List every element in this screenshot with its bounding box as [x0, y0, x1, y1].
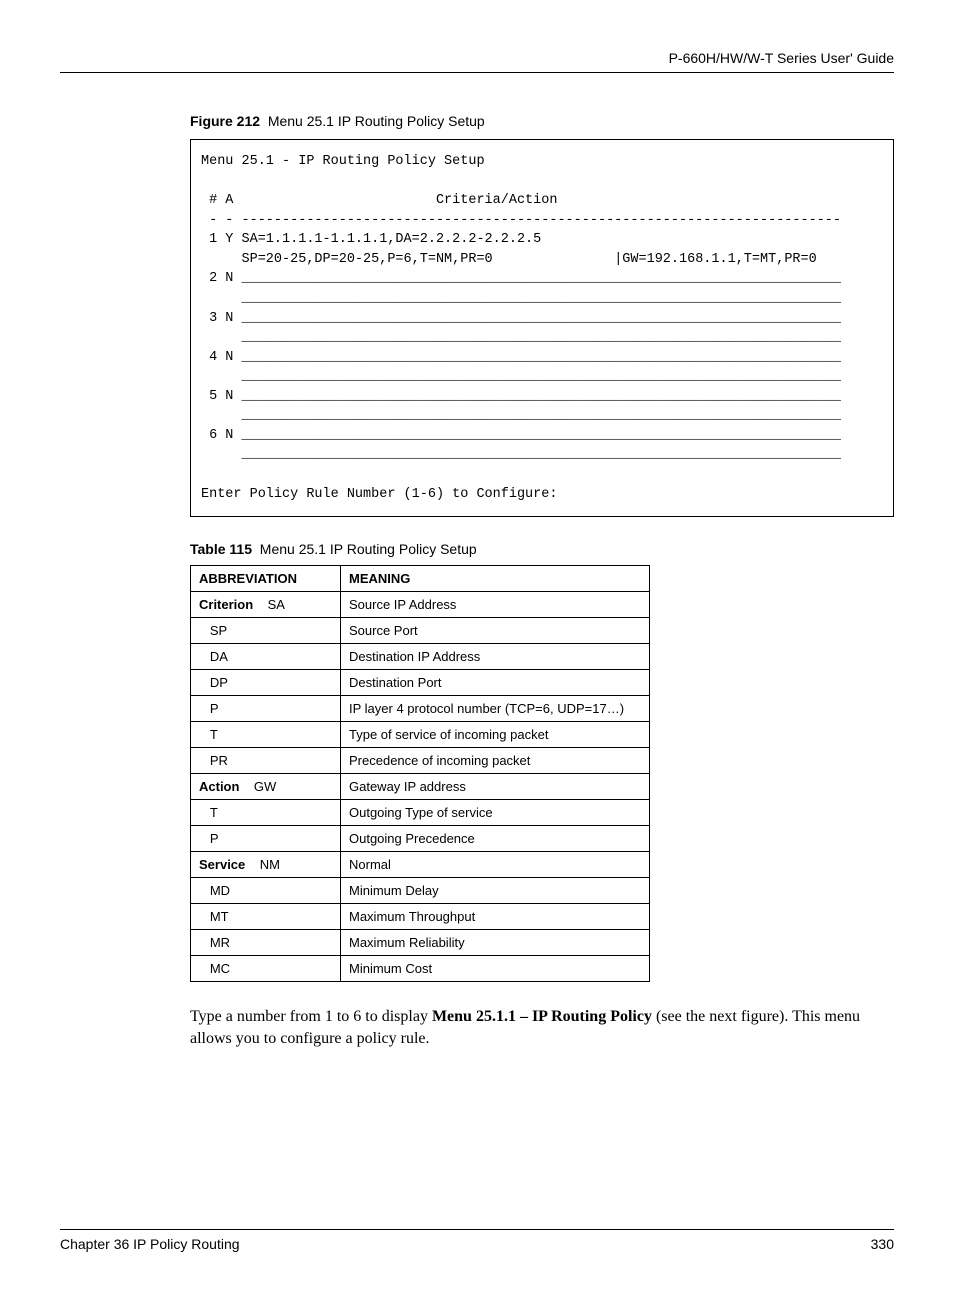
abbr-cell: T: [191, 722, 341, 748]
code-box: Menu 25.1 - IP Routing Policy Setup # A …: [190, 139, 894, 517]
meaning-cell: Destination IP Address: [341, 644, 650, 670]
code-row1a: 1 Y SA=1.1.1.1-1.1.1.1,DA=2.2.2.2-2.2.2.…: [201, 232, 541, 247]
abbr-cell: MT: [191, 904, 341, 930]
body-text-bold: Menu 25.1.1 – IP Routing Policy: [432, 1008, 652, 1025]
page-footer: Chapter 36 IP Policy Routing 330: [60, 1229, 894, 1252]
abbr-cell: MR: [191, 930, 341, 956]
code-underline-2b: ________________________________________…: [201, 291, 841, 306]
code-underline-4b: ________________________________________…: [201, 369, 841, 384]
meaning-cell: Source IP Address: [341, 592, 650, 618]
meaning-cell: Type of service of incoming packet: [341, 722, 650, 748]
footer-chapter: Chapter 36 IP Policy Routing: [60, 1236, 240, 1252]
code-title: Menu 25.1 - IP Routing Policy Setup: [201, 154, 485, 169]
meaning-cell: IP layer 4 protocol number (TCP=6, UDP=1…: [341, 696, 650, 722]
meaning-cell: Minimum Cost: [341, 956, 650, 982]
header-guide-title: P-660H/HW/W-T Series User' Guide: [60, 50, 894, 73]
meaning-cell: Normal: [341, 852, 650, 878]
meaning-cell: Precedence of incoming packet: [341, 748, 650, 774]
meaning-cell: Gateway IP address: [341, 774, 650, 800]
body-paragraph: Type a number from 1 to 6 to display Men…: [190, 1006, 894, 1049]
abbr-cell: Criterion SA: [191, 592, 341, 618]
table-row: MTMaximum Throughput: [191, 904, 650, 930]
meaning-cell: Outgoing Type of service: [341, 800, 650, 826]
code-row1b-left: SP=20-25,DP=20-25,P=6,T=NM,PR=0: [201, 252, 493, 267]
figure-label: Figure 212: [190, 113, 260, 129]
table-row: SPSource Port: [191, 618, 650, 644]
code-row4: 4 N ____________________________________…: [201, 350, 841, 365]
table-row: Action GWGateway IP address: [191, 774, 650, 800]
table-row: POutgoing Precedence: [191, 826, 650, 852]
meaning-cell: Outgoing Precedence: [341, 826, 650, 852]
code-sep: - - ------------------------------------…: [201, 213, 841, 228]
table-row: MCMinimum Cost: [191, 956, 650, 982]
table-label: Table 115: [190, 541, 252, 557]
meaning-cell: Minimum Delay: [341, 878, 650, 904]
table-row: TType of service of incoming packet: [191, 722, 650, 748]
abbr-cell: DP: [191, 670, 341, 696]
table-row: DADestination IP Address: [191, 644, 650, 670]
code-underline-5b: ________________________________________…: [201, 408, 841, 423]
abbr-cell: MC: [191, 956, 341, 982]
meaning-cell: Destination Port: [341, 670, 650, 696]
meaning-cell: Maximum Reliability: [341, 930, 650, 956]
meaning-cell: Maximum Throughput: [341, 904, 650, 930]
figure-caption: Figure 212 Menu 25.1 IP Routing Policy S…: [190, 113, 894, 129]
code-header-row: # A Criteria/Action: [201, 193, 557, 208]
code-row5: 5 N ____________________________________…: [201, 389, 841, 404]
table-row: PIP layer 4 protocol number (TCP=6, UDP=…: [191, 696, 650, 722]
code-underline-3b: ________________________________________…: [201, 330, 841, 345]
code-prompt: Enter Policy Rule Number (1-6) to Config…: [201, 487, 557, 502]
code-underline-6b: ________________________________________…: [201, 447, 841, 462]
abbreviation-table: ABBREVIATION MEANING Criterion SASource …: [190, 565, 650, 982]
code-row3: 3 N ____________________________________…: [201, 311, 841, 326]
abbr-cell: Action GW: [191, 774, 341, 800]
abbr-cell: P: [191, 826, 341, 852]
code-row1b-right: |GW=192.168.1.1,T=MT,PR=0: [614, 252, 817, 267]
table-row: MDMinimum Delay: [191, 878, 650, 904]
abbr-cell: DA: [191, 644, 341, 670]
table-head-abbr: ABBREVIATION: [191, 566, 341, 592]
table-caption-text: Menu 25.1 IP Routing Policy Setup: [260, 541, 477, 557]
meaning-cell: Source Port: [341, 618, 650, 644]
table-row: Service NMNormal: [191, 852, 650, 878]
abbr-cell: Service NM: [191, 852, 341, 878]
abbr-cell: PR: [191, 748, 341, 774]
footer-page-number: 330: [871, 1236, 894, 1252]
abbr-cell: P: [191, 696, 341, 722]
table-head-meaning: MEANING: [341, 566, 650, 592]
table-row: DPDestination Port: [191, 670, 650, 696]
abbr-cell: T: [191, 800, 341, 826]
code-row2: 2 N ____________________________________…: [201, 271, 841, 286]
table-row: PRPrecedence of incoming packet: [191, 748, 650, 774]
table-row: Criterion SASource IP Address: [191, 592, 650, 618]
table-row: MRMaximum Reliability: [191, 930, 650, 956]
figure-caption-text: Menu 25.1 IP Routing Policy Setup: [268, 113, 485, 129]
abbr-cell: MD: [191, 878, 341, 904]
table-caption: Table 115 Menu 25.1 IP Routing Policy Se…: [190, 541, 894, 557]
table-row: TOutgoing Type of service: [191, 800, 650, 826]
body-text-pre: Type a number from 1 to 6 to display: [190, 1008, 432, 1025]
code-row6: 6 N ____________________________________…: [201, 428, 841, 443]
abbr-cell: SP: [191, 618, 341, 644]
